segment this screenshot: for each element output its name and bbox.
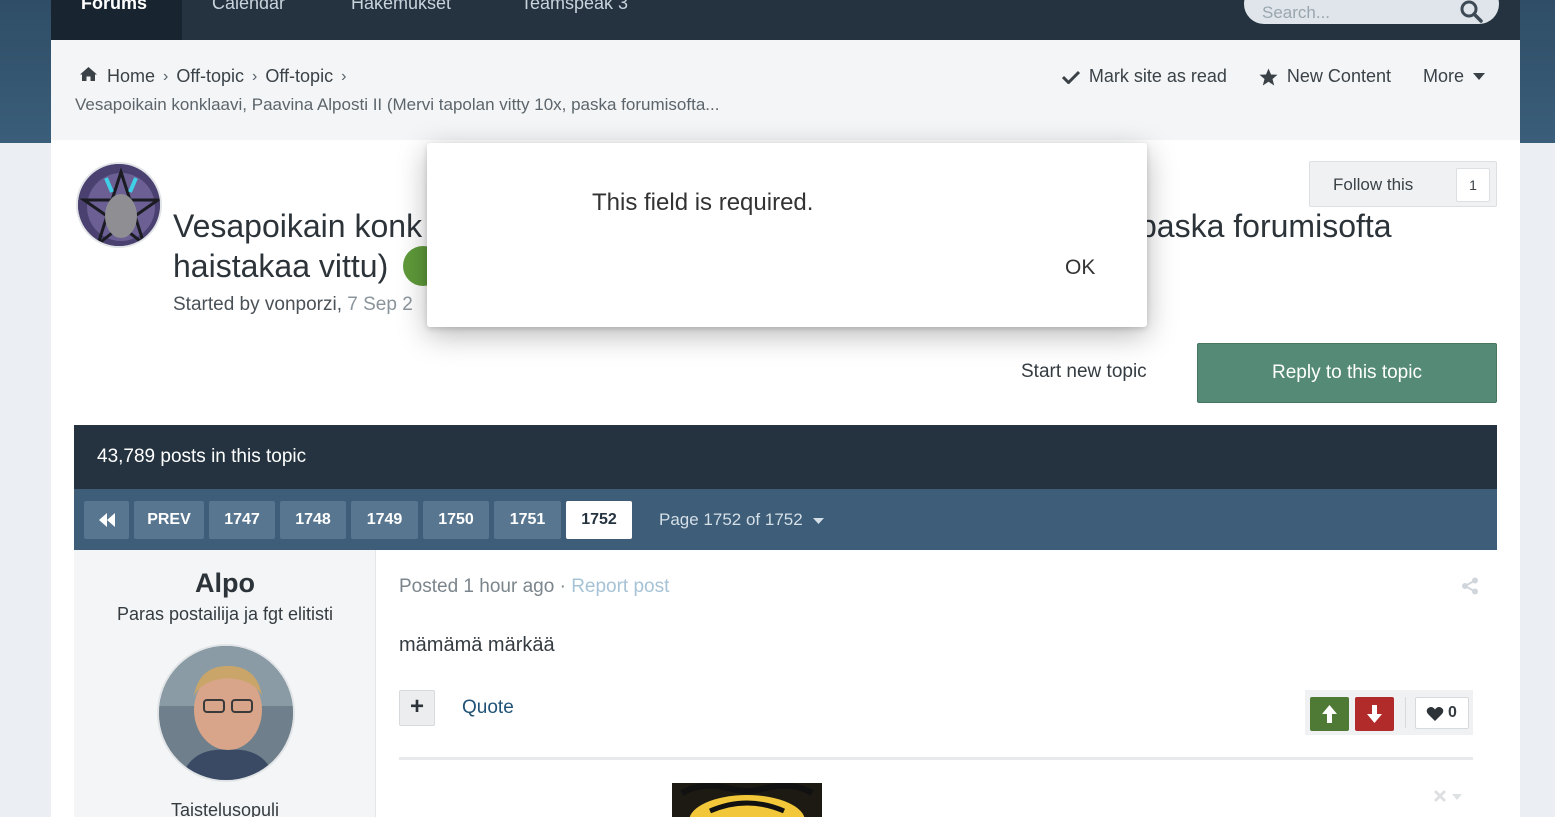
follow-label: Follow this bbox=[1333, 175, 1414, 194]
arrow-down-icon bbox=[1367, 705, 1382, 723]
page-button[interactable]: 1748 bbox=[280, 501, 346, 539]
dialog-message: This field is required. bbox=[592, 189, 814, 216]
caret-down-icon bbox=[813, 517, 825, 524]
author-avatar[interactable] bbox=[157, 644, 295, 782]
breadcrumb-home[interactable]: Home bbox=[107, 66, 155, 87]
breadcrumb: Home › Off-topic › Off-topic › Vesapoika… bbox=[51, 40, 1520, 140]
post-meta: Posted 1 hour ago · Report post bbox=[399, 576, 670, 597]
alert-dialog: This field is required. OK bbox=[427, 143, 1147, 327]
heart-icon bbox=[1426, 707, 1444, 721]
post-time[interactable]: Posted 1 hour ago bbox=[399, 576, 554, 597]
like-count: 0 bbox=[1448, 704, 1457, 721]
checkmark-icon bbox=[1061, 70, 1080, 84]
share-icon[interactable] bbox=[1461, 577, 1479, 600]
first-page-button[interactable] bbox=[84, 501, 129, 539]
author-name[interactable]: Alpo bbox=[74, 568, 376, 599]
post-author-panel: Alpo Paras postailija ja fgt elitisti Ta… bbox=[74, 550, 376, 817]
downvote-button[interactable] bbox=[1355, 697, 1394, 731]
page-button[interactable]: 1747 bbox=[209, 501, 275, 539]
like-count-button[interactable]: 0 bbox=[1415, 697, 1469, 729]
author-group: Taistelusopuli bbox=[170, 800, 280, 817]
more-label: More bbox=[1422, 66, 1464, 86]
ok-button[interactable]: OK bbox=[1065, 256, 1095, 280]
author-title: Paras postailija ja fgt elitisti bbox=[116, 604, 334, 624]
double-chevron-left-icon bbox=[98, 513, 115, 527]
caret-down-icon bbox=[1473, 73, 1485, 80]
page-button[interactable]: 1751 bbox=[494, 501, 561, 539]
start-new-topic-link[interactable]: Start new topic bbox=[1021, 361, 1147, 383]
chevron-right-icon: › bbox=[341, 67, 347, 85]
new-content-label: New Content bbox=[1286, 66, 1391, 86]
topic-title-line2: haistakaa vittu) bbox=[173, 248, 389, 284]
close-icon[interactable] bbox=[1433, 789, 1465, 808]
topic-starter-avatar[interactable] bbox=[76, 162, 162, 248]
main-nav: Forums Calendar Hakemukset Teamspeak 3 S… bbox=[51, 0, 1520, 40]
tab-forums[interactable]: Forums bbox=[51, 0, 182, 40]
topic-started-by: Started by vonporzi, 7 Sep 2 bbox=[173, 294, 413, 315]
home-icon bbox=[79, 66, 98, 87]
prev-page-button[interactable]: PREV bbox=[134, 501, 204, 539]
mark-site-read-button[interactable]: Mark site as read bbox=[1061, 66, 1227, 87]
search-placeholder: Search... bbox=[1262, 3, 1331, 22]
star-icon bbox=[1259, 68, 1278, 85]
arrow-up-icon bbox=[1322, 705, 1337, 723]
multiquote-button[interactable]: + bbox=[399, 690, 435, 726]
reply-button[interactable]: Reply to this topic bbox=[1197, 343, 1497, 403]
current-page-button[interactable]: 1752 bbox=[566, 501, 632, 539]
page-button[interactable]: 1750 bbox=[423, 501, 489, 539]
new-content-button[interactable]: New Content bbox=[1259, 66, 1391, 87]
follow-button[interactable]: Follow this 1 bbox=[1309, 161, 1497, 207]
page-button[interactable]: 1749 bbox=[351, 501, 418, 539]
follow-count: 1 bbox=[1456, 168, 1490, 202]
breadcrumb-offtopic-2[interactable]: Off-topic bbox=[265, 66, 333, 87]
search-input[interactable]: Search... bbox=[1244, 0, 1499, 24]
breadcrumb-current: Vesapoikain konklaavi, Paavina Alposti I… bbox=[75, 95, 720, 114]
tab-teamspeak[interactable]: Teamspeak 3 bbox=[491, 0, 651, 40]
breadcrumb-offtopic-1[interactable]: Off-topic bbox=[176, 66, 244, 87]
chevron-right-icon: › bbox=[163, 67, 169, 85]
chevron-right-icon: › bbox=[252, 67, 258, 85]
pagination: PREV 1747 1748 1749 1750 1751 1752 Page … bbox=[74, 489, 1497, 550]
report-post-link[interactable]: Report post bbox=[571, 576, 669, 597]
page-jump-dropdown[interactable]: Page 1752 of 1752 bbox=[659, 510, 825, 530]
tab-calendar[interactable]: Calendar bbox=[182, 0, 312, 40]
more-menu-button[interactable]: More bbox=[1423, 66, 1494, 87]
signature-image bbox=[672, 783, 822, 817]
posts-count-header: 43,789 posts in this topic bbox=[74, 425, 1497, 489]
divider bbox=[1405, 697, 1406, 728]
post-content: mämämä märkää bbox=[399, 634, 555, 656]
search-icon[interactable] bbox=[1459, 0, 1483, 28]
upvote-button[interactable] bbox=[1310, 697, 1349, 731]
post-separator bbox=[399, 757, 1473, 760]
reputation-box: 0 bbox=[1305, 690, 1473, 735]
quote-button[interactable]: Quote bbox=[462, 697, 514, 719]
mark-site-read-label: Mark site as read bbox=[1088, 66, 1227, 86]
tab-hakemukset[interactable]: Hakemukset bbox=[321, 0, 481, 40]
